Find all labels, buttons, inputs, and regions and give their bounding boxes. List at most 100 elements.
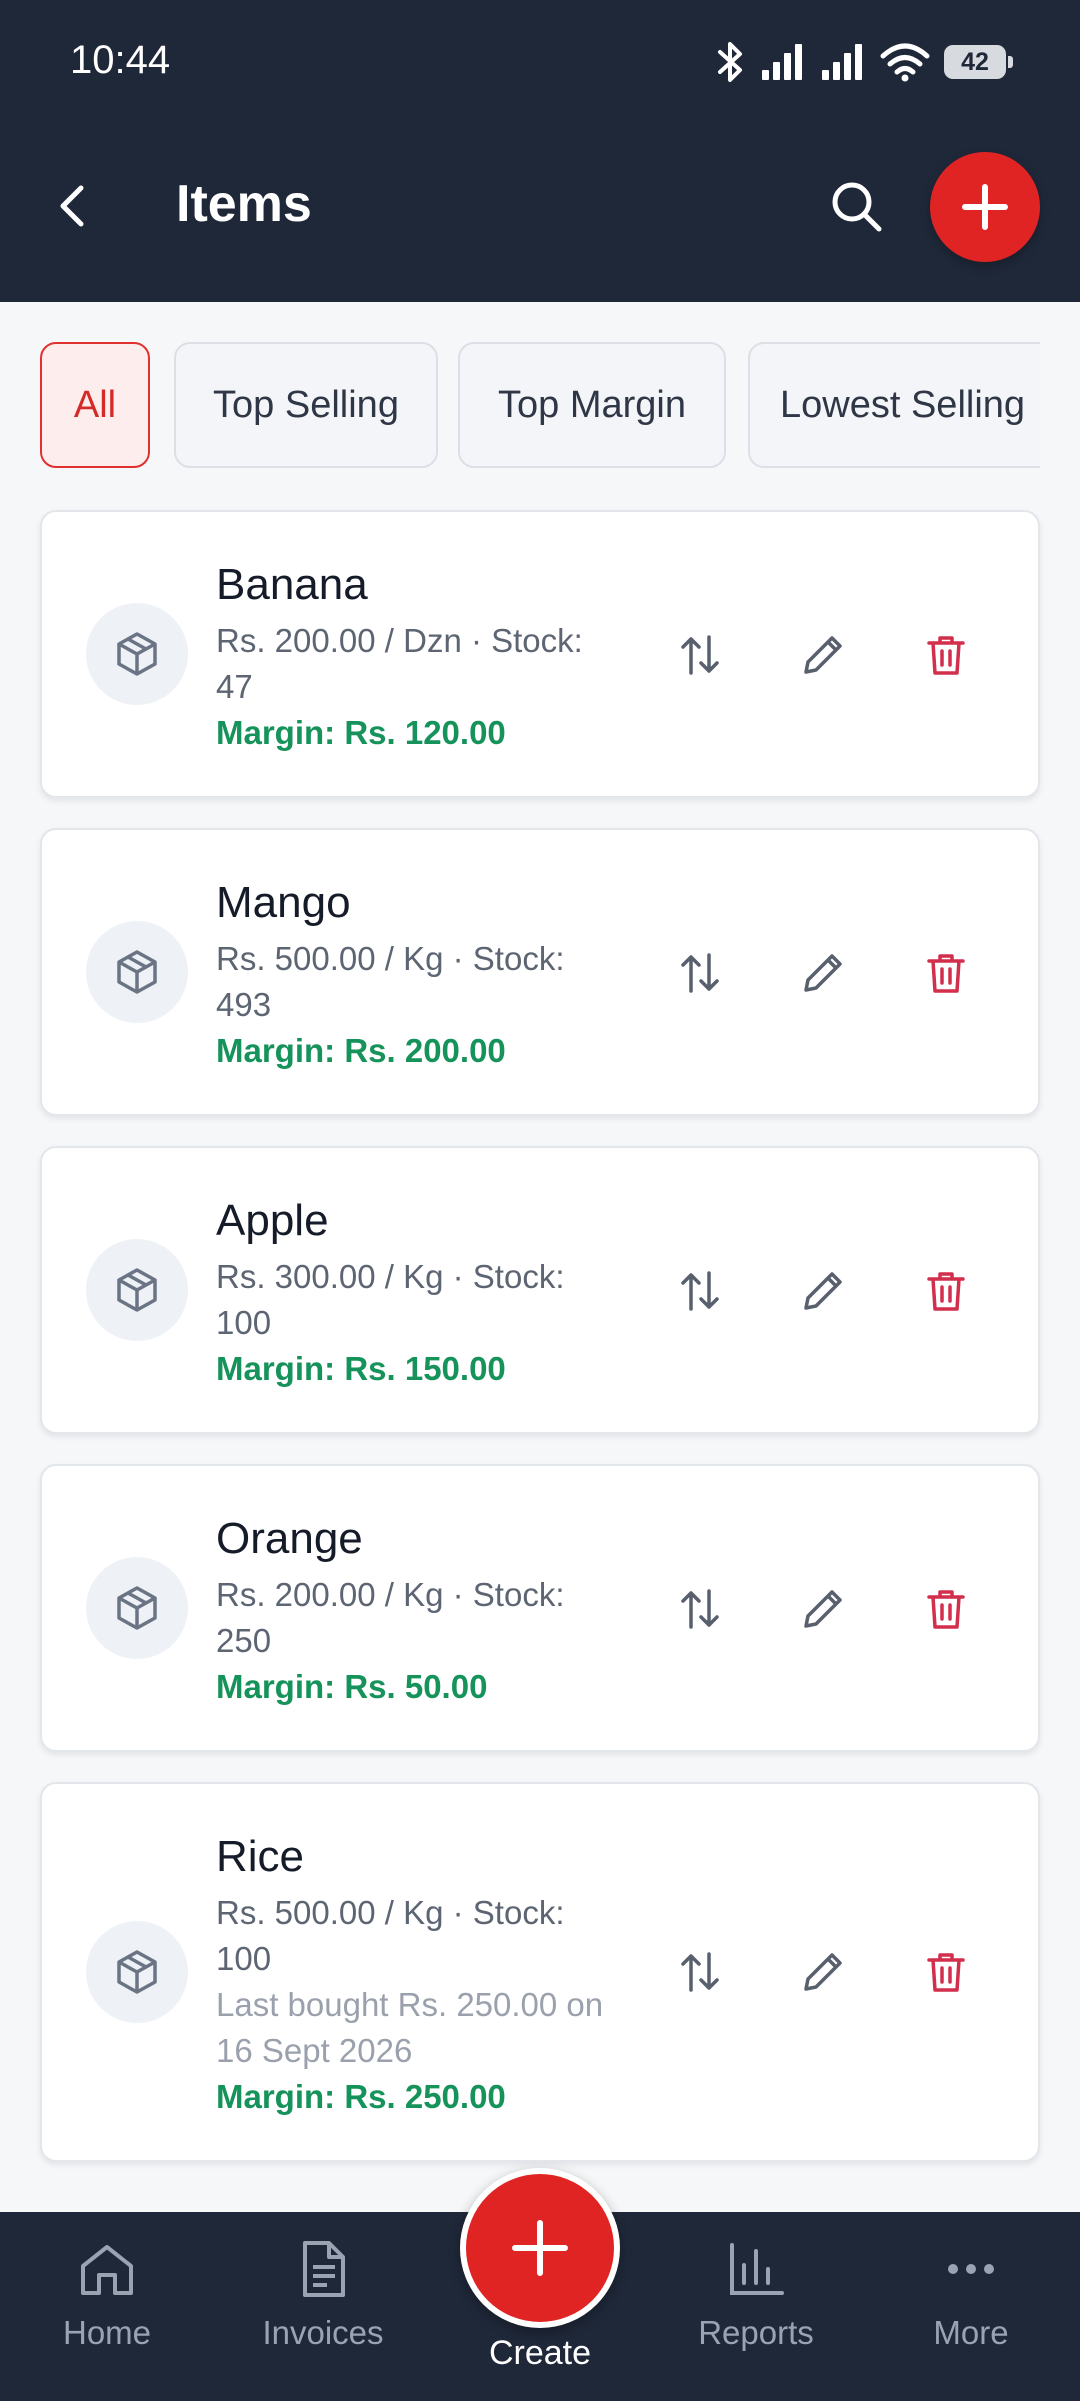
edit-item-button[interactable] xyxy=(784,616,862,694)
delete-item-button[interactable] xyxy=(907,934,985,1012)
pencil-icon xyxy=(804,1272,842,1310)
filter-chip-top-selling[interactable]: Top Selling xyxy=(174,342,438,468)
nav-label: More xyxy=(933,2314,1009,2351)
item-last-bought-date: 16 Sept 2026 xyxy=(216,2032,413,2069)
item-margin: Margin: Rs. 120.00 xyxy=(216,714,506,751)
signal-icon xyxy=(762,44,802,80)
search-icon xyxy=(832,182,882,232)
edit-item-button[interactable] xyxy=(784,1252,862,1330)
home-icon xyxy=(81,2245,133,2295)
pencil-icon xyxy=(804,1590,842,1628)
item-name: Apple xyxy=(216,1196,329,1245)
trash-icon xyxy=(927,1953,965,1992)
filter-chip-label: Top Selling xyxy=(213,383,399,426)
item-margin: Margin: Rs. 200.00 xyxy=(216,1032,506,1069)
delete-item-button[interactable] xyxy=(907,1252,985,1330)
sort-arrows-icon xyxy=(681,1271,719,1311)
app-header: 10:44 42 Items xyxy=(0,0,1080,302)
pencil-icon xyxy=(804,954,842,992)
item-card-banana[interactable]: Banana Rs. 200.00 / Dzn · Stock: 47 Marg… xyxy=(40,510,1040,798)
package-icon xyxy=(86,1557,188,1659)
status-time: 10:44 xyxy=(70,38,171,82)
bar-chart-icon xyxy=(730,2243,784,2295)
item-stock-value: 250 xyxy=(216,1622,272,1659)
pencil-icon xyxy=(804,636,842,674)
plus-icon xyxy=(512,2220,568,2276)
filter-chip-label: Top Margin xyxy=(498,383,686,426)
item-price-stock: Rs. 300.00 / Kg · Stock: xyxy=(216,1258,565,1295)
pencil-icon xyxy=(804,1953,842,1991)
filter-chip-label: Lowest Selling xyxy=(780,383,1026,426)
battery-level: 42 xyxy=(961,48,989,76)
item-stock-value: 100 xyxy=(216,1304,272,1341)
edit-item-button[interactable] xyxy=(784,1570,862,1648)
delete-item-button[interactable] xyxy=(907,1933,985,2011)
adjust-stock-button[interactable] xyxy=(661,1933,739,2011)
item-card-rice[interactable]: Rice Rs. 500.00 / Kg · Stock: 100 Last b… xyxy=(40,1782,1040,2162)
item-stock-value: 47 xyxy=(216,668,253,705)
adjust-stock-button[interactable] xyxy=(661,1570,739,1648)
item-price-stock: Rs. 500.00 / Kg · Stock: xyxy=(216,940,565,977)
status-bar: 10:44 42 xyxy=(0,0,1080,128)
delete-item-button[interactable] xyxy=(907,1570,985,1648)
adjust-stock-button[interactable] xyxy=(661,1252,739,1330)
package-icon xyxy=(86,1239,188,1341)
back-button[interactable] xyxy=(44,170,100,242)
plus-icon xyxy=(962,184,1008,230)
package-icon xyxy=(86,1921,188,2023)
filter-chips: All Top Selling Top Margin Lowest Sellin… xyxy=(40,342,1040,468)
item-card-mango[interactable]: Mango Rs. 500.00 / Kg · Stock: 493 Margi… xyxy=(40,828,1040,1116)
trash-icon xyxy=(927,1272,965,1311)
delete-item-button[interactable] xyxy=(907,616,985,694)
chevron-left-icon xyxy=(60,185,84,227)
item-name: Mango xyxy=(216,878,351,927)
item-margin: Margin: Rs. 50.00 xyxy=(216,1668,488,1705)
more-dots-icon xyxy=(948,2264,994,2274)
trash-icon xyxy=(927,636,965,675)
filter-chip-top-margin[interactable]: Top Margin xyxy=(458,342,726,468)
item-name: Banana xyxy=(216,560,368,609)
item-stock-value: 493 xyxy=(216,986,272,1023)
signal-icon xyxy=(822,44,862,80)
nav-label: Invoices xyxy=(262,2314,384,2351)
trash-icon xyxy=(927,1590,965,1629)
trash-icon xyxy=(927,954,965,993)
nav-more[interactable]: More xyxy=(881,2236,1061,2352)
edit-item-button[interactable] xyxy=(784,1933,862,2011)
document-icon xyxy=(303,2241,345,2297)
item-price-stock: Rs. 200.00 / Dzn · Stock: xyxy=(216,622,583,659)
sort-arrows-icon xyxy=(681,1952,719,1992)
nav-home[interactable]: Home xyxy=(17,2236,197,2352)
nav-invoices[interactable]: Invoices xyxy=(233,2236,413,2352)
bluetooth-icon xyxy=(718,42,742,82)
wifi-icon xyxy=(880,43,930,82)
package-icon xyxy=(86,603,188,705)
create-label: Create xyxy=(488,2334,592,2372)
battery-icon: 42 xyxy=(944,45,1013,79)
sort-arrows-icon xyxy=(681,635,719,675)
filter-chip-label: All xyxy=(73,383,117,426)
item-name: Rice xyxy=(216,1832,305,1881)
item-margin: Margin: Rs. 250.00 xyxy=(216,2078,506,2115)
adjust-stock-button[interactable] xyxy=(661,934,739,1012)
edit-item-button[interactable] xyxy=(784,934,862,1012)
item-name: Orange xyxy=(216,1514,363,1563)
filter-chip-all[interactable]: All xyxy=(40,342,150,468)
nav-reports[interactable]: Reports xyxy=(666,2236,846,2352)
nav-label: Reports xyxy=(698,2314,814,2351)
add-item-button[interactable] xyxy=(930,152,1040,262)
filter-chip-lowest-selling[interactable]: Lowest Selling xyxy=(748,342,1040,468)
sort-arrows-icon xyxy=(681,1589,719,1629)
adjust-stock-button[interactable] xyxy=(661,616,739,694)
item-card-apple[interactable]: Apple Rs. 300.00 / Kg · Stock: 100 Margi… xyxy=(40,1146,1040,1434)
item-last-bought: Last bought Rs. 250.00 on xyxy=(216,1986,604,2023)
sort-arrows-icon xyxy=(681,953,719,993)
item-card-orange[interactable]: Orange Rs. 200.00 / Kg · Stock: 250 Marg… xyxy=(40,1464,1040,1752)
item-margin: Margin: Rs. 150.00 xyxy=(216,1350,506,1387)
item-price-stock: Rs. 200.00 / Kg · Stock: xyxy=(216,1576,565,1613)
package-icon xyxy=(86,921,188,1023)
page-title: Items xyxy=(176,175,312,233)
nav-label: Home xyxy=(62,2314,152,2351)
create-button[interactable] xyxy=(460,2168,620,2328)
search-button[interactable] xyxy=(822,172,890,240)
